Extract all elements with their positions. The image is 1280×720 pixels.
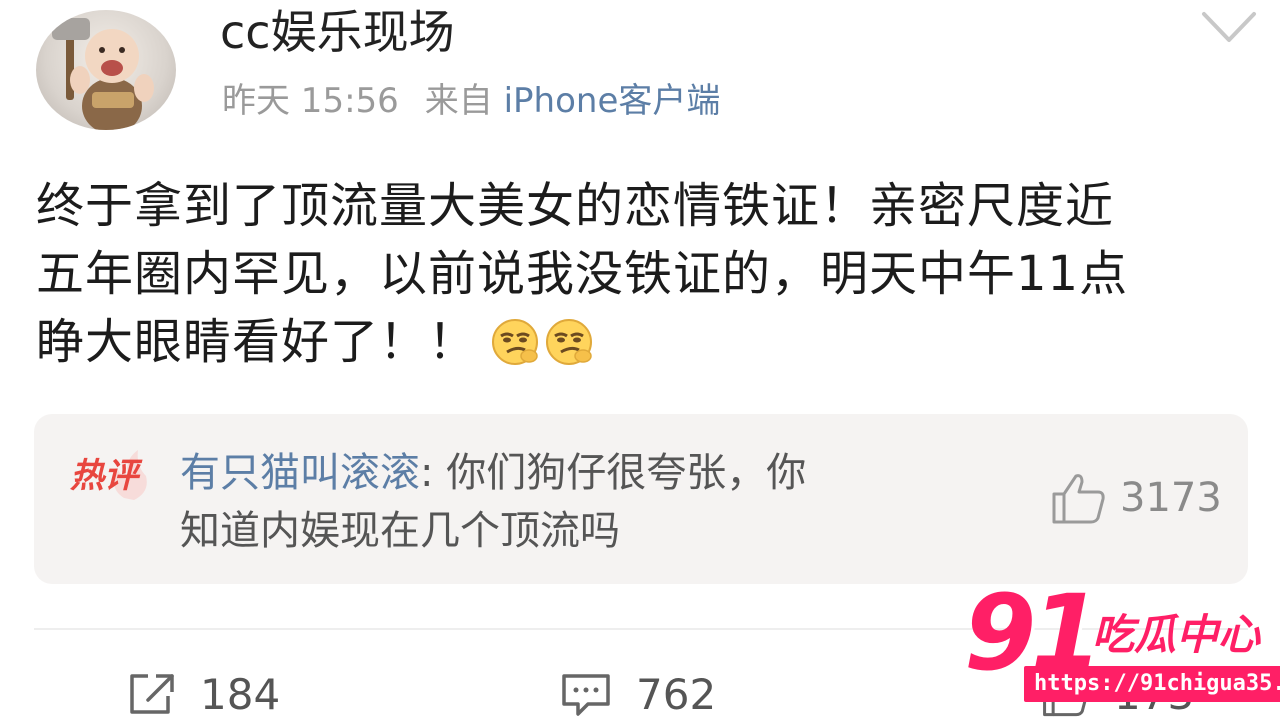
comment-separator: : [420, 450, 434, 496]
smirk-emoji-icon [546, 319, 593, 365]
hot-comment-card[interactable]: 热评 有只猫叫滚滚: 你们狗仔很夸张，你 知道内娱现在几个顶流吗 3173 [34, 414, 1248, 584]
smirk-emoji-icon [492, 319, 539, 365]
post-text-line: 终于拿到了顶流量大美女的恋情铁证！亲密尺度近 [36, 178, 1115, 234]
comment-icon [562, 674, 610, 716]
comment-line: 知道内娱现在几个顶流吗 [180, 508, 620, 554]
comment-username[interactable]: 有只猫叫滚滚 [180, 450, 420, 496]
comment-line: 有只猫叫滚滚: 你们狗仔很夸张，你 [180, 444, 1000, 502]
hot-comment-text: 有只猫叫滚滚: 你们狗仔很夸张，你 知道内娱现在几个顶流吗 [180, 444, 1000, 560]
source-prefix: 来自 [424, 81, 493, 121]
thumbs-up-icon[interactable] [1050, 470, 1108, 526]
hot-comment-like-count: 3173 [1120, 475, 1222, 521]
comment-count: 762 [636, 669, 717, 719]
post-body: 终于拿到了顶流量大美女的恋情铁证！亲密尺度近 五年圈内罕见，以前说我没铁证的，明… [36, 172, 1252, 386]
post-meta: 昨天 15:56 来自 iPhone客户端 [222, 76, 720, 126]
avatar[interactable] [36, 10, 176, 130]
watermark-url: https://91chigua35.com [1024, 666, 1280, 702]
repost-count: 184 [200, 669, 281, 719]
emoji-group [489, 316, 597, 386]
comment-content: 你们狗仔很夸张，你 [433, 450, 807, 496]
weibo-post: cc娱乐现场 昨天 15:56 来自 iPhone客户端 终于拿到了顶流量大美女的… [0, 0, 1280, 720]
post-source-link[interactable]: iPhone客户端 [504, 81, 721, 121]
repost-icon [130, 674, 174, 714]
site-watermark: 91 吃瓜中心 https://91chigua35.com [964, 578, 1280, 720]
post-text-line: 五年圈内罕见，以前说我没铁证的，明天中午11点 [36, 246, 1129, 302]
post-text-line-content: 睁大眼睛看好了！！ [36, 314, 478, 370]
author-name[interactable]: cc娱乐现场 [220, 2, 455, 62]
post-time: 昨天 15:56 [222, 81, 399, 121]
post-text-line: 睁大眼睛看好了！！ [36, 308, 1252, 386]
watermark-name: 吃瓜中心 [1092, 610, 1261, 659]
repost-button[interactable]: 184 [126, 662, 280, 720]
hot-comment-label: 热评 [70, 456, 138, 496]
avatar-image [52, 18, 154, 130]
chevron-down-icon[interactable] [1198, 4, 1260, 50]
hot-comment-badge: 热评 [64, 448, 148, 502]
comment-button[interactable]: 762 [558, 662, 716, 720]
